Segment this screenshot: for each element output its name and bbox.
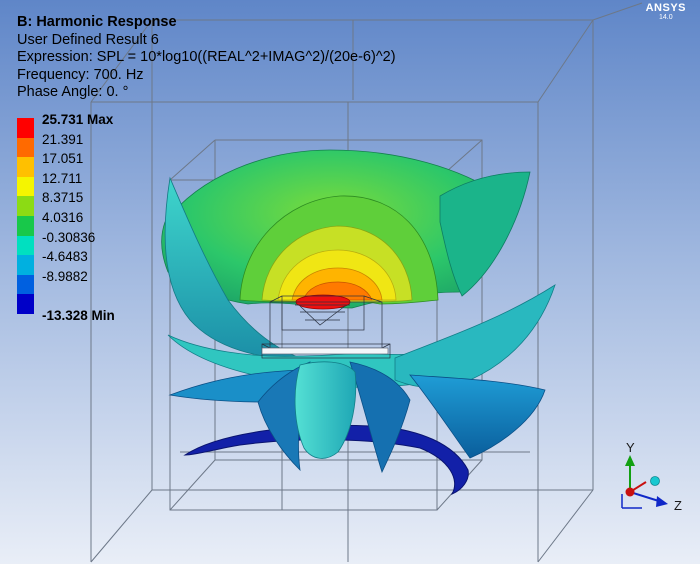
legend-swatch: [17, 274, 34, 295]
iso-surface-bulb: [294, 361, 357, 459]
legend-swatch: [17, 235, 34, 256]
result-phase-angle: Phase Angle: 0. °: [17, 84, 129, 101]
legend-level-label: 4.0316: [42, 209, 84, 225]
legend-swatch: [17, 215, 34, 236]
result-name: User Defined Result 6: [17, 31, 159, 48]
legend-max-label: 25.731 Max: [42, 112, 114, 127]
triad-origin: [625, 487, 635, 497]
legend-level-label: 12.711: [42, 170, 83, 186]
analysis-title: B: Harmonic Response: [17, 14, 177, 30]
logo-version: 14.0: [658, 14, 673, 21]
ansys-logo: ANSYS 14.0: [646, 2, 686, 22]
triad-z-arrow-icon: [656, 496, 668, 507]
logo-brand: ANSYS: [645, 2, 686, 14]
legend-swatch: [17, 137, 34, 158]
triad-y-arrow-icon: [625, 455, 635, 466]
triad-iso-ball[interactable]: [650, 476, 660, 486]
result-header: B: Harmonic Response User Defined Result…: [17, 14, 396, 102]
triad-y-label: Y: [626, 440, 635, 455]
speaker-base: [261, 347, 389, 355]
graphics-viewport[interactable]: Y Z B: Harmonic Response User Defined Re…: [0, 0, 700, 564]
legend-level-label: 17.051: [42, 151, 84, 167]
legend-swatch: [17, 157, 34, 177]
legend-swatch: [17, 294, 34, 314]
legend-swatch: [17, 255, 34, 275]
result-expression: Expression: SPL = 10*log10((REAL^2+IMAG^…: [17, 49, 396, 66]
result-frequency: Frequency: 700. Hz: [17, 66, 144, 83]
legend-level-label: 8.3715: [42, 190, 84, 206]
legend-level-label: -0.30836: [42, 229, 96, 245]
legend-swatch: [17, 118, 34, 138]
legend-min-label: -13.328 Min: [42, 307, 115, 323]
legend-level-label: -4.6483: [42, 249, 88, 265]
legend-swatch: [17, 196, 34, 216]
triad-z-label: Z: [674, 498, 682, 513]
legend-swatch: [17, 176, 34, 197]
legend-level-label: 21.391: [42, 131, 84, 147]
coordinate-triad[interactable]: Y Z: [621, 440, 682, 513]
legend-level-label: -8.9882: [42, 268, 88, 284]
